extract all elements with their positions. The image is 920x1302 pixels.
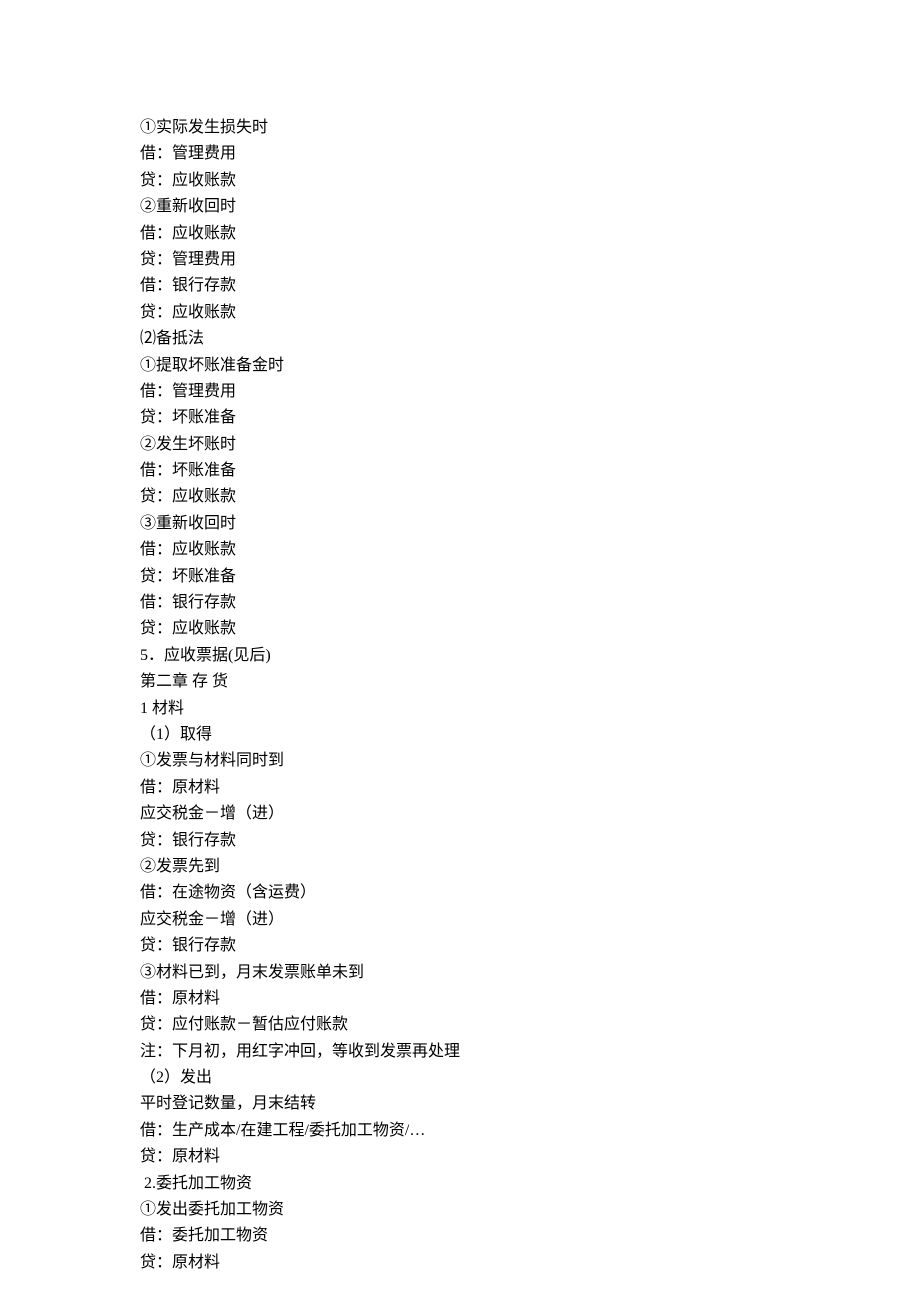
text-line: 贷：银行存款 — [140, 933, 920, 959]
text-line: 应交税金－增（进） — [140, 907, 920, 933]
text-line: 注：下月初，用红字冲回，等收到发票再处理 — [140, 1039, 920, 1065]
text-line: 贷：应付账款－暂估应付账款 — [140, 1012, 920, 1038]
text-line: ③材料已到，月末发票账单未到 — [140, 960, 920, 986]
text-line: 1 材料 — [140, 696, 920, 722]
text-line: ②发票先到 — [140, 854, 920, 880]
text-line: （1）取得 — [140, 722, 920, 748]
text-line: 2.委托加工物资 — [140, 1171, 920, 1197]
text-line: 贷：坏账准备 — [140, 405, 920, 431]
text-line: ②发生坏账时 — [140, 432, 920, 458]
text-line: 贷：应收账款 — [140, 484, 920, 510]
text-line: ③重新收回时 — [140, 511, 920, 537]
text-line: 借：银行存款 — [140, 273, 920, 299]
text-line: 贷：应收账款 — [140, 168, 920, 194]
text-line: （2）发出 — [140, 1065, 920, 1091]
text-line: 借：委托加工物资 — [140, 1223, 920, 1249]
text-line: 借：管理费用 — [140, 141, 920, 167]
text-line: 贷：管理费用 — [140, 247, 920, 273]
text-line: 借：管理费用 — [140, 379, 920, 405]
text-line: ①发票与材料同时到 — [140, 748, 920, 774]
text-line: 贷：坏账准备 — [140, 564, 920, 590]
text-line: 借：应收账款 — [140, 537, 920, 563]
text-line: 贷：应收账款 — [140, 616, 920, 642]
text-line: 贷：原材料 — [140, 1250, 920, 1276]
text-line: ⑵备抵法 — [140, 326, 920, 352]
text-line: 借：原材料 — [140, 986, 920, 1012]
text-line: ①提取坏账准备金时 — [140, 353, 920, 379]
text-line: 借：生产成本/在建工程/委托加工物资/… — [140, 1118, 920, 1144]
text-line: 应交税金－增（进） — [140, 801, 920, 827]
text-line: 借：原材料 — [140, 775, 920, 801]
text-line: ①实际发生损失时 — [140, 115, 920, 141]
text-line: 借：银行存款 — [140, 590, 920, 616]
text-line: 5．应收票据(见后) — [140, 643, 920, 669]
text-line: ①发出委托加工物资 — [140, 1197, 920, 1223]
text-line: 平时登记数量，月末结转 — [140, 1091, 920, 1117]
text-line: 贷：银行存款 — [140, 828, 920, 854]
text-line: 借：坏账准备 — [140, 458, 920, 484]
document-body: ①实际发生损失时借：管理费用贷：应收账款②重新收回时借：应收账款贷：管理费用借：… — [140, 115, 920, 1276]
text-line: 贷：原材料 — [140, 1144, 920, 1170]
text-line: 第二章 存 货 — [140, 669, 920, 695]
text-line: 借：应收账款 — [140, 221, 920, 247]
text-line: 借：在途物资（含运费） — [140, 880, 920, 906]
text-line: 贷：应收账款 — [140, 300, 920, 326]
text-line: ②重新收回时 — [140, 194, 920, 220]
